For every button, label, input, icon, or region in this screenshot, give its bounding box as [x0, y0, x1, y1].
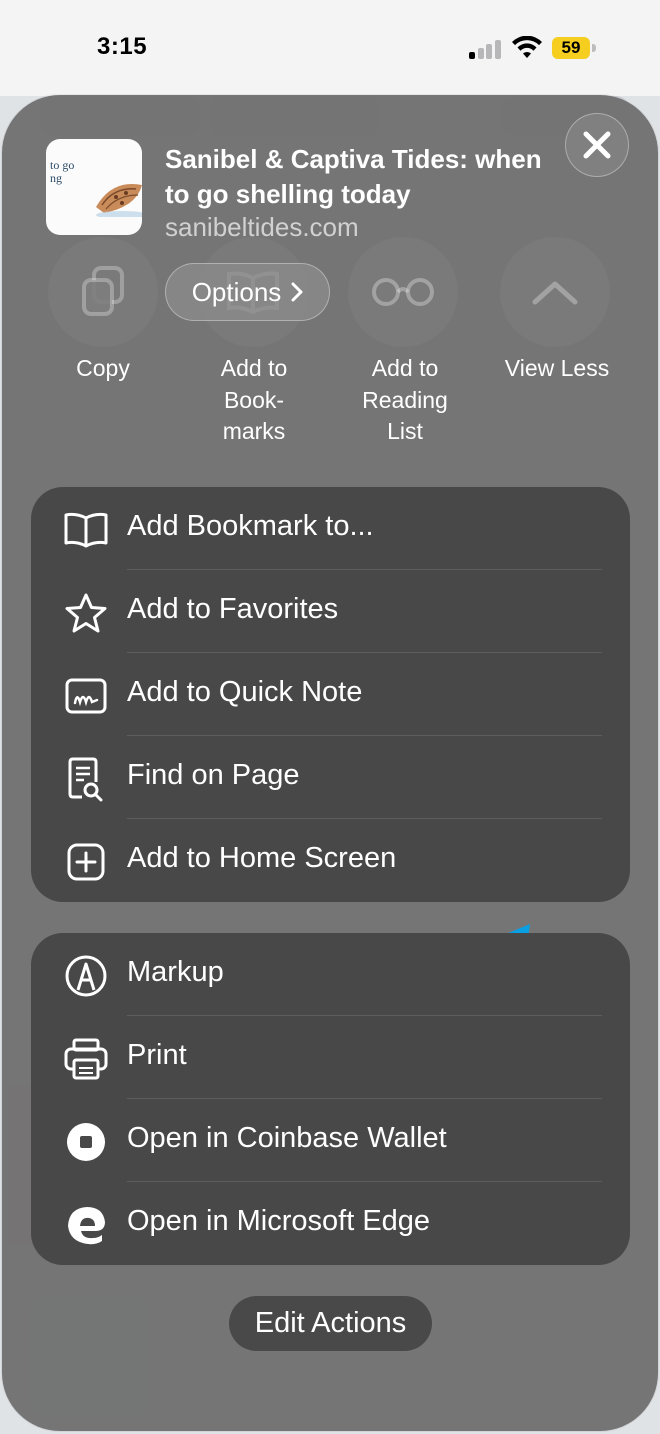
chevron-up-icon [532, 281, 578, 305]
glasses-icon [372, 278, 434, 306]
markup-label: Markup [127, 956, 224, 988]
open-in-coinbase-wallet-label: Open in Coinbase Wallet [127, 1122, 447, 1154]
add-to-reading-list-action[interactable] [348, 237, 458, 347]
open-in-microsoft-edge-row[interactable]: Open in Microsoft Edge [31, 1182, 630, 1265]
share-sheet: to go ng Sanibel & Captiva Tides: when t… [2, 95, 658, 1431]
page-title: Sanibel & Captiva Tides: when to go shel… [165, 144, 542, 209]
book-icon [61, 505, 111, 555]
options-label: Options [191, 276, 282, 307]
print-row[interactable]: Print [31, 1016, 630, 1099]
markup-row[interactable]: Markup [31, 933, 630, 1016]
print-label: Print [127, 1039, 187, 1071]
add-bookmark-to-label: Add Bookmark to... [127, 510, 374, 542]
cellular-signal-icon [469, 39, 501, 59]
view-less-label: View Less [504, 355, 610, 381]
wifi-icon [512, 36, 542, 58]
copy-icon [82, 266, 124, 316]
add-to-favorites-row[interactable]: Add to Favorites [31, 570, 630, 653]
add-to-favorites-label: Add to Favorites [127, 593, 339, 625]
battery-indicator: 59 [552, 37, 590, 59]
add-square-icon [61, 837, 111, 887]
find-on-page-icon [61, 754, 111, 804]
view-less-action[interactable] [500, 237, 610, 347]
close-icon [583, 131, 611, 159]
status-time: 3:15 [97, 33, 148, 60]
open-in-coinbase-wallet-row[interactable]: Open in Coinbase Wallet [31, 1099, 630, 1182]
find-on-page-row[interactable]: Find on Page [31, 736, 630, 819]
add-to-reading-list-label: Add to Reading List [362, 355, 448, 444]
thumbnail-text: to go ng [50, 158, 75, 185]
status-bar: 3:15 59 [0, 0, 660, 96]
close-button[interactable] [565, 113, 629, 177]
copy-label: Copy [76, 355, 130, 381]
coinbase-icon [61, 1117, 111, 1167]
actions-group-secondary: Markup Print Open in Coinbase Wallet Ope… [31, 933, 630, 1265]
edge-icon [61, 1200, 111, 1250]
star-icon [61, 588, 111, 638]
find-on-page-label: Find on Page [127, 759, 300, 791]
battery-tip [592, 44, 596, 52]
edit-actions-button[interactable]: Edit Actions [228, 1295, 433, 1352]
seashell-image [96, 183, 142, 217]
add-bookmark-to-row[interactable]: Add Bookmark to... [31, 487, 630, 570]
quick-note-icon [61, 671, 111, 721]
add-to-home-screen-row[interactable]: Add to Home Screen [31, 819, 630, 902]
printer-icon [61, 1034, 111, 1084]
actions-group-primary: Add Bookmark to... Add to Favorites Add … [31, 487, 630, 902]
open-in-microsoft-edge-label: Open in Microsoft Edge [127, 1205, 431, 1237]
add-to-quick-note-label: Add to Quick Note [127, 676, 363, 708]
options-button[interactable]: Options [165, 263, 330, 321]
add-to-bookmarks-label: Add to Book- marks [220, 355, 288, 444]
edit-actions-label: Edit Actions [254, 1307, 407, 1339]
page-thumbnail: to go ng [46, 139, 142, 235]
add-to-home-screen-label: Add to Home Screen [127, 842, 397, 874]
markup-icon [61, 951, 111, 1001]
add-to-quick-note-row[interactable]: Add to Quick Note [31, 653, 630, 736]
copy-action[interactable] [48, 237, 158, 347]
chevron-right-icon [291, 282, 303, 302]
